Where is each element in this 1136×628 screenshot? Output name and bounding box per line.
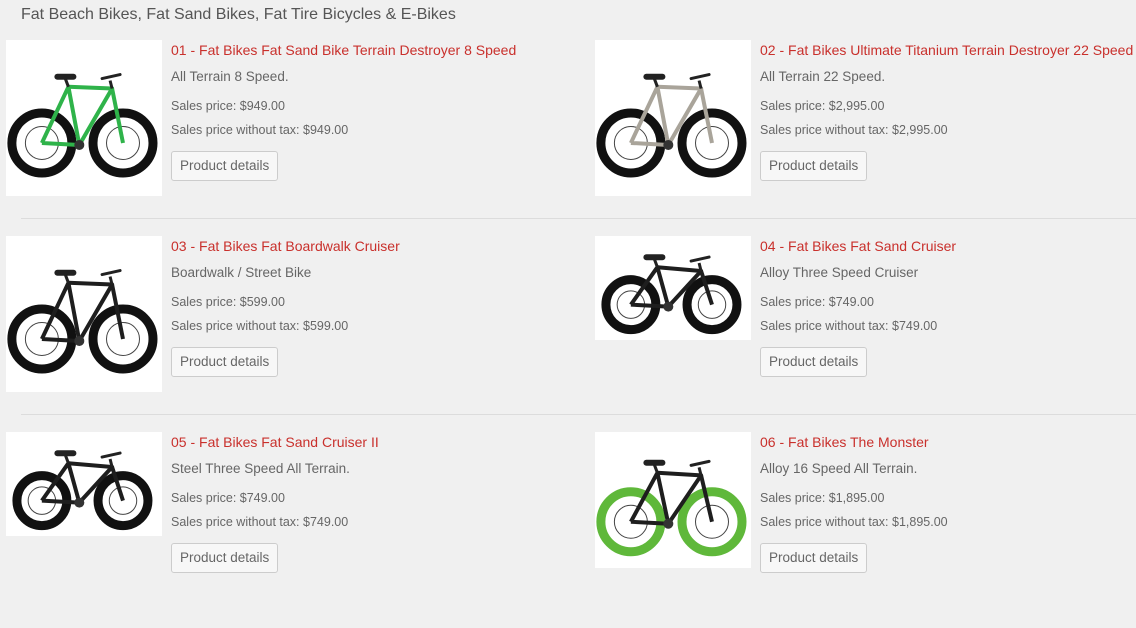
product-row: 01 - Fat Bikes Fat Sand Bike Terrain Des… — [0, 40, 1136, 236]
sales-price: Sales price: $599.00 — [171, 295, 285, 309]
product-title-link[interactable]: 06 - Fat Bikes The Monster — [760, 434, 929, 450]
sales-price: Sales price: $949.00 — [171, 99, 285, 113]
product-item: 03 - Fat Bikes Fat Boardwalk Cruiser Boa… — [6, 236, 566, 416]
bicycle-illustration — [596, 459, 747, 557]
product-image[interactable] — [6, 40, 162, 196]
bicycle-illustration — [7, 269, 158, 374]
product-details-button[interactable]: Product details — [760, 543, 868, 573]
product-image[interactable] — [6, 432, 162, 536]
sales-price-without-tax: Sales price without tax: $749.00 — [171, 515, 349, 529]
product-item: 01 - Fat Bikes Fat Sand Bike Terrain Des… — [6, 40, 566, 220]
product-title-link[interactable]: 03 - Fat Bikes Fat Boardwalk Cruiser — [171, 238, 400, 254]
product-image[interactable] — [6, 236, 162, 392]
sales-price-without-tax: Sales price without tax: $1,895.00 — [760, 515, 948, 529]
product-details-button[interactable]: Product details — [171, 347, 279, 377]
sales-price-without-tax: Sales price without tax: $2,995.00 — [760, 123, 948, 137]
product-title-link[interactable]: 05 - Fat Bikes Fat Sand Cruiser II — [171, 434, 379, 450]
product-description: Steel Three Speed All Terrain. — [171, 461, 350, 476]
bicycle-illustration — [596, 73, 747, 178]
product-title-link[interactable]: 01 - Fat Bikes Fat Sand Bike Terrain Des… — [171, 42, 516, 58]
sales-price-without-tax: Sales price without tax: $949.00 — [171, 123, 349, 137]
sales-price: Sales price: $749.00 — [171, 491, 285, 505]
product-description: Alloy 16 Speed All Terrain. — [760, 461, 918, 476]
product-details-button[interactable]: Product details — [171, 543, 279, 573]
product-title-link[interactable]: 04 - Fat Bikes Fat Sand Cruiser — [760, 238, 956, 254]
product-row: 03 - Fat Bikes Fat Boardwalk Cruiser Boa… — [0, 236, 1136, 432]
product-item: 04 - Fat Bikes Fat Sand Cruiser Alloy Th… — [595, 236, 1136, 416]
sales-price-without-tax: Sales price without tax: $599.00 — [171, 319, 349, 333]
product-description: Boardwalk / Street Bike — [171, 265, 312, 280]
sales-price: Sales price: $749.00 — [760, 295, 874, 309]
product-image[interactable] — [595, 40, 751, 196]
product-title-link[interactable]: 02 - Fat Bikes Ultimate Titanium Terrain… — [760, 42, 1133, 58]
product-item: 02 - Fat Bikes Ultimate Titanium Terrain… — [595, 40, 1136, 220]
product-description: All Terrain 8 Speed. — [171, 69, 289, 84]
bicycle-illustration — [12, 450, 153, 531]
product-details-button[interactable]: Product details — [760, 151, 868, 181]
product-details-button[interactable]: Product details — [171, 151, 279, 181]
sales-price-without-tax: Sales price without tax: $749.00 — [760, 319, 938, 333]
product-item: 06 - Fat Bikes The Monster Alloy 16 Spee… — [595, 432, 1136, 612]
sales-price: Sales price: $1,895.00 — [760, 491, 885, 505]
product-details-button[interactable]: Product details — [760, 347, 868, 377]
sales-price: Sales price: $2,995.00 — [760, 99, 885, 113]
bicycle-illustration — [7, 73, 158, 178]
product-item: 05 - Fat Bikes Fat Sand Cruiser II Steel… — [6, 432, 566, 612]
bicycle-illustration — [601, 254, 742, 335]
product-description: Alloy Three Speed Cruiser — [760, 265, 919, 280]
product-image[interactable] — [595, 432, 751, 568]
category-title: Fat Beach Bikes, Fat Sand Bikes, Fat Tir… — [21, 6, 456, 23]
row-divider — [21, 218, 1136, 219]
product-description: All Terrain 22 Speed. — [760, 69, 886, 84]
product-image[interactable] — [595, 236, 751, 340]
row-divider — [21, 414, 1136, 415]
